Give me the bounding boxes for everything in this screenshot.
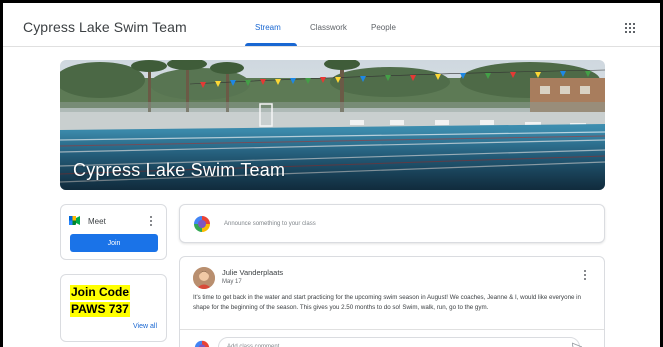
join-code-label: Join Code [70,285,131,300]
class-code-card: Join Code PAWS 737 View all [60,274,167,342]
tab-classwork[interactable]: Classwork [310,23,347,32]
meet-more-options-icon[interactable] [149,216,153,227]
class-banner: Cypress Lake Swim Team [60,60,605,190]
google-meet-icon [69,216,80,225]
top-bar: Cypress Lake Swim Team Stream Classwork … [3,3,660,47]
meet-label: Meet [88,217,106,226]
tab-stream[interactable]: Stream [255,23,281,32]
post-more-options-icon[interactable] [583,270,587,281]
announce-card[interactable]: Announce something to your class [179,204,605,243]
announce-input[interactable]: Announce something to your class [224,221,316,227]
commenter-avatar-icon [194,340,210,347]
meet-join-button[interactable]: Join [70,234,158,252]
stream-post-card: Julie Vanderplaats May 17 It's time to g… [179,256,605,347]
join-code-value: PAWS 737 [70,302,130,317]
post-body: It's time to get back in the water and s… [193,294,581,311]
class-comment-input[interactable]: Add class comment... [218,337,580,347]
author-avatar[interactable] [193,267,215,289]
active-tab-indicator [245,43,297,46]
view-all-link[interactable]: View all [133,323,157,330]
apps-grid-icon[interactable] [625,23,637,35]
person-photo-icon [193,267,215,289]
meet-card: Meet Join [60,204,167,260]
post-author: Julie Vanderplaats [222,268,284,277]
banner-title: Cypress Lake Swim Team [73,160,286,180]
post-date: May 17 [222,279,242,285]
user-avatar-icon [192,214,212,234]
comment-divider [180,329,604,330]
class-title[interactable]: Cypress Lake Swim Team [23,19,187,35]
tab-people[interactable]: People [371,23,396,32]
send-icon[interactable] [572,342,582,347]
